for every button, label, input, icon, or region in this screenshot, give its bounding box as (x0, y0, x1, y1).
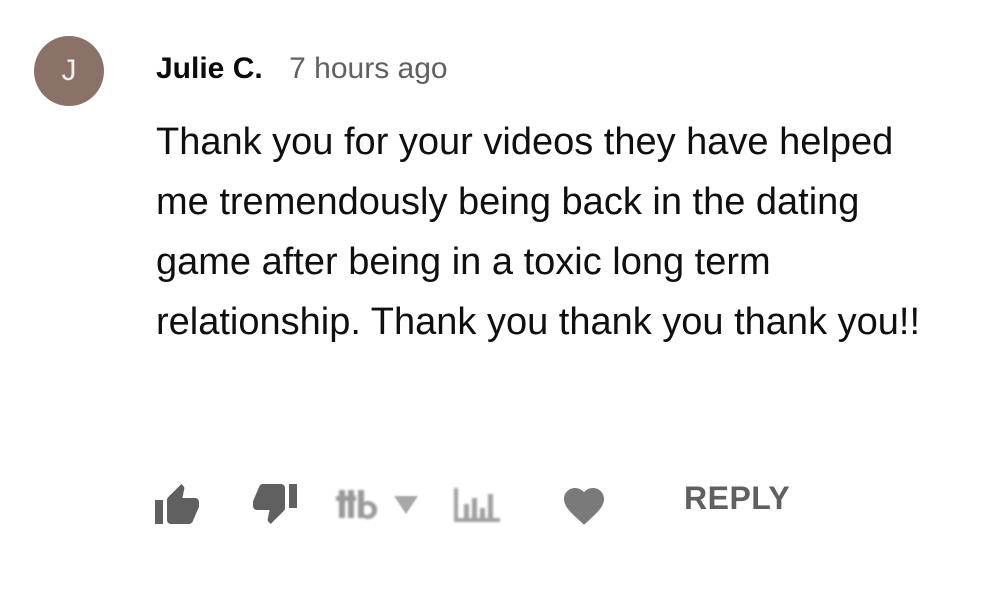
bar-chart-icon (454, 488, 500, 522)
comment-text: Thank you for your videos they have help… (156, 121, 921, 343)
avatar-letter: J (61, 54, 77, 87)
comment-header: Julie C. 7 hours ago (156, 52, 448, 92)
avatar[interactable]: J (34, 36, 104, 106)
like-button[interactable] (150, 476, 204, 532)
extension-toggle-icon[interactable] (334, 476, 382, 532)
thumbs-down-icon (253, 484, 297, 524)
stats-button[interactable] (450, 476, 506, 532)
triangle-down-icon (394, 496, 418, 514)
heart-icon (564, 488, 604, 525)
reply-button[interactable]: REPLY (684, 480, 790, 517)
comment-action-bar: REPLY (150, 476, 850, 536)
dislike-button[interactable] (248, 476, 302, 532)
extension-dropdown-arrow[interactable] (390, 476, 422, 532)
heart-button[interactable] (558, 476, 610, 532)
thumbs-up-icon (155, 484, 199, 524)
extension-logo-icon (336, 490, 378, 519)
author-name[interactable]: Julie C. (156, 52, 263, 85)
comment-timestamp[interactable]: 7 hours ago (289, 52, 447, 85)
